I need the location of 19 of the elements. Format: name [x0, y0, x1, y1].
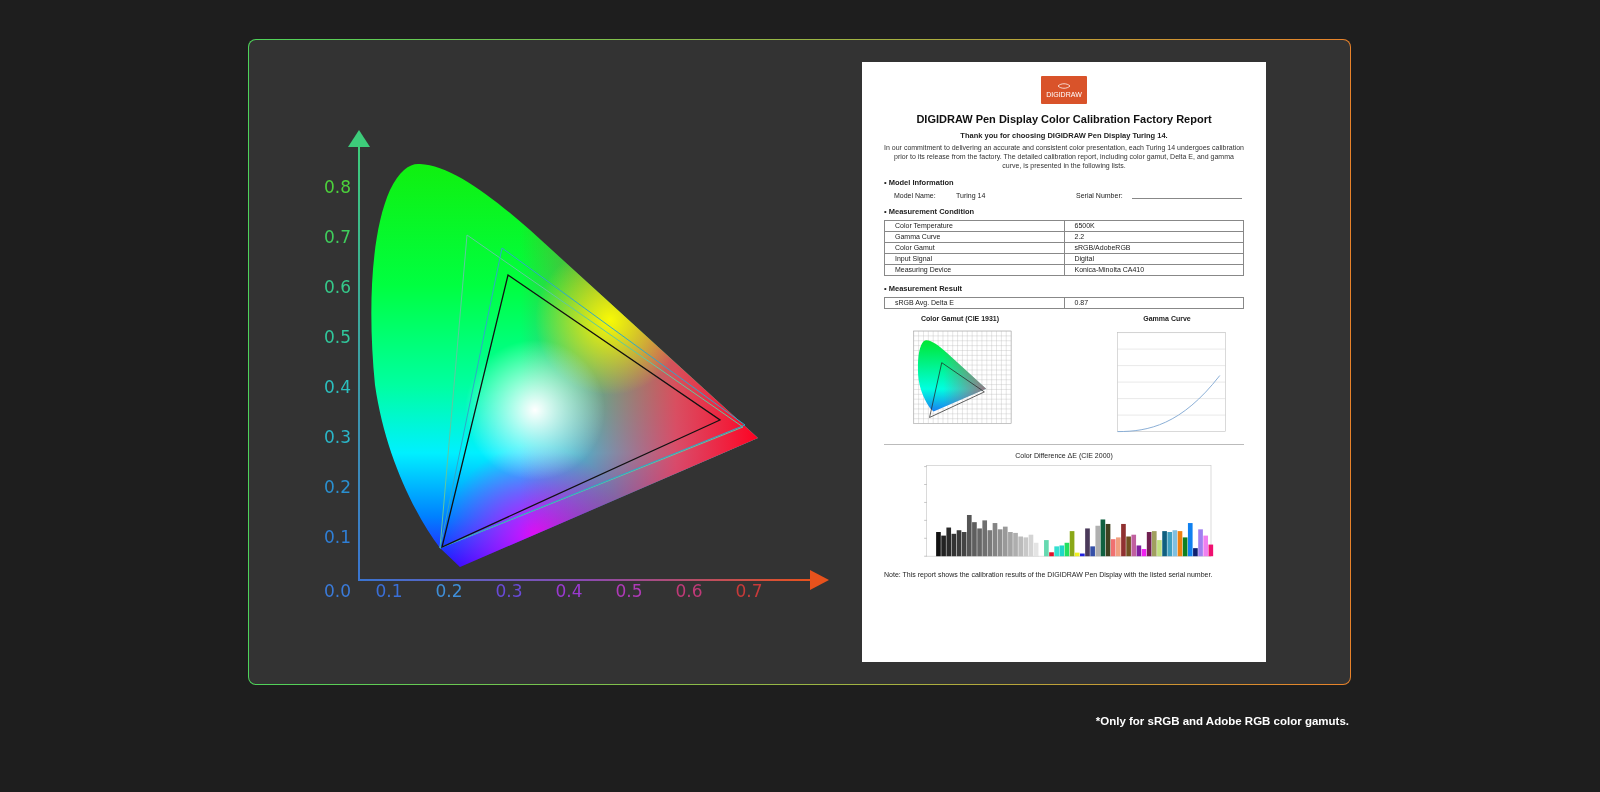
axis-tick-label: 0.5 [615, 581, 643, 601]
pen-logo-icon [1056, 82, 1072, 89]
axis-tick-label: 0.8 [323, 177, 351, 197]
axis-tick-label: 0.3 [323, 427, 351, 447]
axis-tick-label: 0.2 [323, 477, 351, 497]
axis-tick-label: 0.2 [435, 581, 463, 601]
axis-tick-label: 0.3 [495, 581, 523, 601]
axis-tick-label: 0.1 [323, 527, 351, 547]
axis-tick-label: 0.7 [323, 227, 351, 247]
report-title: DIGIDRAW Pen Display Color Calibration Factory Report [915, 113, 1213, 125]
footnote: *Only for sRGB and Adobe RGB color gamuts. [1094, 715, 1350, 727]
axis-tick-label: 0.1 [375, 581, 403, 601]
axis-tick-label: 0.0 [323, 581, 351, 601]
axis-tick-label: 0.5 [323, 327, 351, 347]
axis-tick-label: 0.6 [323, 277, 351, 297]
axis-tick-label: 0.6 [675, 581, 703, 601]
axis-tick-label: 0.4 [555, 581, 583, 601]
axis-tick-label: 0.4 [323, 377, 351, 397]
axis-tick-label: 0.7 [735, 581, 763, 601]
